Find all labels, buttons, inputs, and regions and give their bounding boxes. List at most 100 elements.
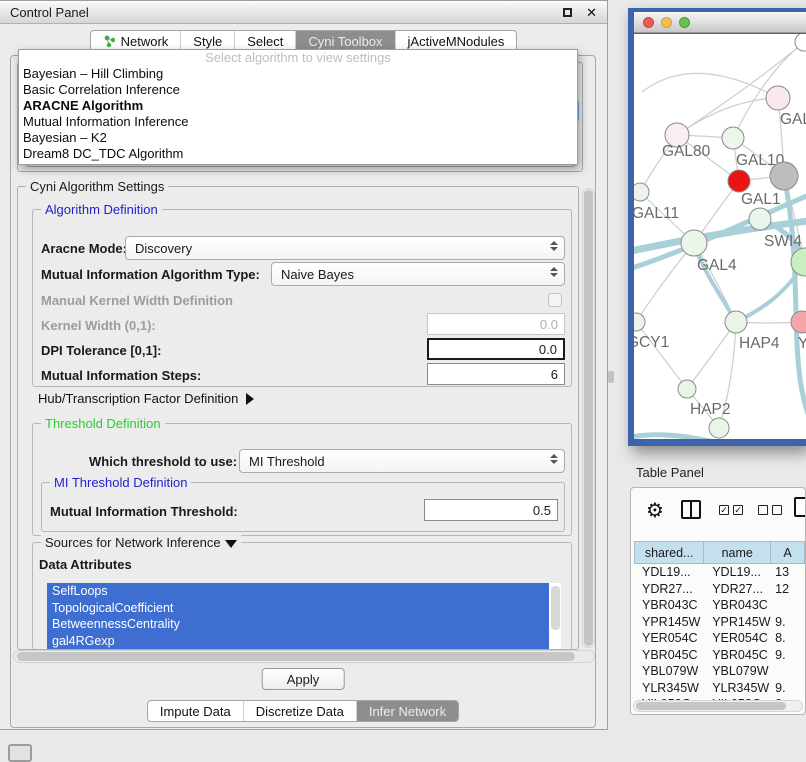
data-attribute-item[interactable]: TopologicalCoefficient xyxy=(47,600,549,617)
panel-splitter-grip[interactable] xyxy=(608,371,614,383)
mi-type-combobox[interactable]: Naive Bayes xyxy=(271,262,565,286)
table-horizontal-scrollbar[interactable] xyxy=(633,700,803,712)
data-attribute-item[interactable]: BetweennessCentrality xyxy=(47,616,549,633)
table-cell: 9. xyxy=(771,648,805,662)
control-panel-window: Control Panel ✕ NetworkStyleSelectCyni T… xyxy=(0,0,608,730)
close-panel-icon[interactable]: ✕ xyxy=(586,6,597,19)
hub-tf-definition-toggle[interactable]: Hub/Transcription Factor Definition xyxy=(38,391,254,406)
network-edge[interactable] xyxy=(687,322,736,389)
table-cell: YBL079W xyxy=(704,664,771,678)
mi-steps-field[interactable]: 6 xyxy=(427,363,565,385)
network-view-window[interactable]: GAL7GAL80GAL10GAL1GAL11SWI4GAL4GCY1HAP4Y… xyxy=(628,8,806,446)
data-attribute-item[interactable]: SelfLoops xyxy=(47,583,549,600)
network-window-titlebar[interactable] xyxy=(634,12,806,33)
network-node-HAP4[interactable] xyxy=(725,311,747,333)
column-header-1[interactable]: shared... xyxy=(634,541,704,564)
algorithm-option[interactable]: Basic Correlation Inference xyxy=(19,82,577,98)
mi-threshold-legend: MI Threshold Definition xyxy=(50,475,191,490)
algorithm-popup: Select algorithm to view settings Bayesi… xyxy=(18,49,578,165)
data-attributes-label: Data Attributes xyxy=(39,557,132,572)
node-label: GAL80 xyxy=(662,143,711,160)
kernel-width-value: 0.0 xyxy=(540,317,558,332)
float-panel-icon[interactable] xyxy=(563,8,572,17)
network-node-GAL4[interactable] xyxy=(681,230,707,256)
table-cell: YER054C xyxy=(634,631,704,645)
which-threshold-value: MI Threshold xyxy=(249,454,325,469)
table-row[interactable]: YBL079WYBL079W xyxy=(634,663,805,680)
minimized-panel-button[interactable] xyxy=(8,744,32,762)
list-scrollbar[interactable] xyxy=(551,586,560,630)
network-edge[interactable] xyxy=(636,322,687,389)
minimize-window-icon[interactable] xyxy=(661,17,672,28)
table-row[interactable]: YBR045CYBR045C9. xyxy=(634,647,805,664)
table-panel-title: Table Panel xyxy=(636,465,704,480)
network-node-GAL7[interactable] xyxy=(766,86,790,110)
settings-horizontal-scrollbar[interactable] xyxy=(13,650,595,663)
network-node-HAP2[interactable] xyxy=(678,380,696,398)
dpi-tolerance-value: 0.0 xyxy=(539,342,557,357)
data-attributes-list[interactable]: SelfLoopsTopologicalCoefficientBetweenne… xyxy=(47,583,561,649)
tab-style[interactable]: Style xyxy=(180,31,234,51)
columns-icon[interactable] xyxy=(681,500,701,519)
gear-icon[interactable]: ⚙ xyxy=(646,498,664,523)
apply-button[interactable]: Apply xyxy=(262,668,345,690)
mit-field[interactable]: 0.5 xyxy=(424,499,558,521)
control-panel-titlebar: Control Panel ✕ xyxy=(0,1,607,24)
close-window-icon[interactable] xyxy=(643,17,654,28)
algorithm-option[interactable]: Mutual Information Inference xyxy=(19,114,577,130)
column-header-3[interactable]: A xyxy=(771,541,805,564)
which-threshold-combobox[interactable]: MI Threshold xyxy=(239,449,565,473)
network-node-unlabeled[interactable] xyxy=(709,418,729,438)
node-label: SWI4 xyxy=(764,233,802,250)
mi-steps-value: 6 xyxy=(551,367,558,382)
manual-kernel-checkbox[interactable] xyxy=(548,293,562,307)
tab-discretize-data[interactable]: Discretize Data xyxy=(243,701,356,721)
tab-infer-network[interactable]: Infer Network xyxy=(356,701,458,721)
combo-arrows-icon xyxy=(550,267,558,277)
table-row[interactable]: YPR145WYPR145W9. xyxy=(634,614,805,631)
node-label: HAP2 xyxy=(690,401,731,418)
tab-impute-data[interactable]: Impute Data xyxy=(148,701,243,721)
table-row[interactable]: YDL19...YDL19...13 xyxy=(634,564,805,581)
dpi-tolerance-field[interactable]: 0.0 xyxy=(427,338,565,360)
table-cell: YPR145W xyxy=(634,615,704,629)
network-node-GCY1[interactable] xyxy=(634,313,645,331)
zoom-window-icon[interactable] xyxy=(679,17,690,28)
node-label: GAL7 xyxy=(780,111,806,128)
aracne-mode-combobox[interactable]: Discovery xyxy=(125,236,565,260)
network-node-SWI4[interactable] xyxy=(749,208,771,230)
network-node-GAL11[interactable] xyxy=(634,183,649,201)
hub-tf-definition-label: Hub/Transcription Factor Definition xyxy=(38,391,238,406)
tab-jactivemnodules[interactable]: jActiveMNodules xyxy=(395,31,517,51)
document-icon[interactable] xyxy=(794,497,806,517)
mit-value: 0.5 xyxy=(533,503,551,518)
network-node-unlabeled[interactable] xyxy=(770,162,798,190)
table-row[interactable]: YBR043CYBR043C xyxy=(634,597,805,614)
network-node-GAL10[interactable] xyxy=(722,127,744,149)
algorithm-option[interactable]: Bayesian – Hill Climbing xyxy=(19,66,577,82)
network-node-GAL1[interactable] xyxy=(728,170,750,192)
table-row[interactable]: YER054CYER054C8. xyxy=(634,630,805,647)
table-row[interactable]: YDR27...YDR27...12 xyxy=(634,581,805,598)
table-cell: YLR345W xyxy=(634,681,704,695)
network-node-Y[interactable] xyxy=(791,311,806,333)
column-header-2[interactable]: name xyxy=(704,541,771,564)
algorithm-option[interactable]: Bayesian – K2 xyxy=(19,130,577,146)
tab-select[interactable]: Select xyxy=(234,31,295,51)
deselect-all-icon[interactable] xyxy=(758,505,782,515)
tab-cyni-toolbox[interactable]: Cyni Toolbox xyxy=(295,31,394,51)
table-row[interactable]: YLR345WYLR345W9. xyxy=(634,680,805,697)
manual-kernel-label: Manual Kernel Width Definition xyxy=(41,293,233,308)
table-cell: 12 xyxy=(771,582,805,596)
network-edge-highlighted[interactable] xyxy=(784,176,806,432)
select-all-icon[interactable]: ✓✓ xyxy=(719,505,743,515)
network-canvas[interactable]: GAL7GAL80GAL10GAL1GAL11SWI4GAL4GCY1HAP4Y… xyxy=(634,34,806,439)
algorithm-option[interactable]: ARACNE Algorithm xyxy=(19,98,577,114)
data-attribute-item[interactable]: gal4RGexp xyxy=(47,633,549,650)
table-cell: YBR045C xyxy=(704,648,771,662)
settings-vertical-scrollbar[interactable] xyxy=(582,188,595,648)
algorithm-option[interactable]: Dream8 DC_TDC Algorithm xyxy=(19,146,577,162)
kernel-width-field[interactable]: 0.0 xyxy=(427,313,565,335)
tab-network[interactable]: Network xyxy=(91,31,181,51)
collapsed-arrow-icon xyxy=(246,393,254,405)
